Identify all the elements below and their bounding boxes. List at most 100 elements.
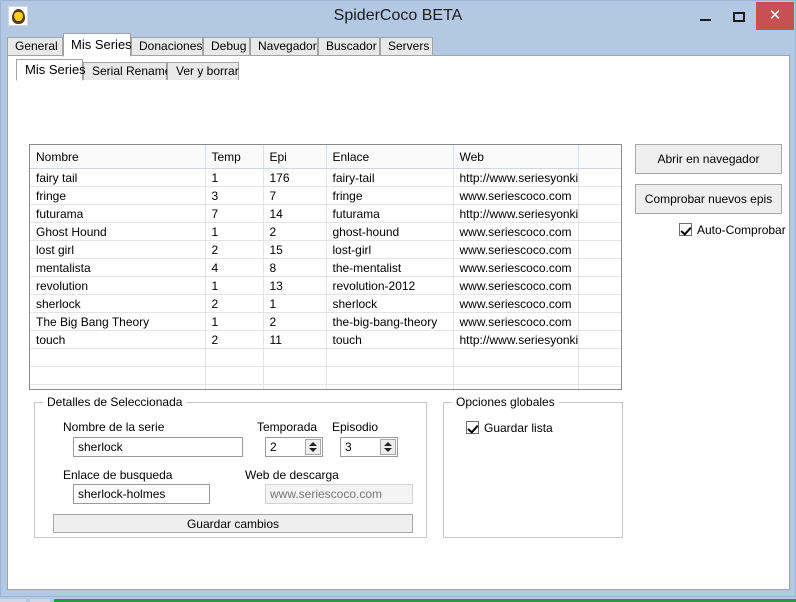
inner-tab-ver-y-borrar[interactable]: Ver y borrar xyxy=(167,62,239,80)
cell-web xyxy=(453,366,579,385)
cell-enlace: lost-girl xyxy=(326,240,454,259)
save-changes-button[interactable]: Guardar cambios xyxy=(53,514,413,533)
mis-series-panel: Mis Series Serial Renamer Ver y borrar N… xyxy=(7,55,790,590)
column-header-temp[interactable]: Temp xyxy=(205,145,264,169)
search-link-input[interactable] xyxy=(73,484,210,504)
cell-epi: 2 xyxy=(263,222,327,241)
table-row[interactable]: sherlock 2 1 sherlock www.seriescoco.com xyxy=(30,294,621,313)
cell-temp xyxy=(205,348,264,367)
cell-epi: 15 xyxy=(263,240,327,259)
cell-temp: 3 xyxy=(205,186,264,205)
chevron-down-icon[interactable] xyxy=(384,448,392,452)
column-header-nombre[interactable]: Nombre xyxy=(30,145,206,169)
close-icon: ✕ xyxy=(768,7,782,24)
chevron-up-icon[interactable] xyxy=(384,442,392,446)
cell-extra xyxy=(578,276,621,295)
main-tabstrip: General Mis Series Donaciones Debug Nave… xyxy=(7,33,790,57)
chevron-down-icon[interactable] xyxy=(309,448,317,452)
episode-value: 3 xyxy=(345,440,352,454)
inner-tab-serial-renamer[interactable]: Serial Renamer xyxy=(83,62,175,80)
save-list-checkbox-row[interactable]: Guardar lista xyxy=(466,421,553,435)
save-list-label: Guardar lista xyxy=(484,421,553,435)
cell-extra xyxy=(578,366,621,385)
auto-check-checkbox-row[interactable]: Auto-Comprobar xyxy=(679,223,786,237)
cell-temp xyxy=(205,366,264,385)
download-web-input[interactable] xyxy=(265,484,413,504)
cell-temp: 7 xyxy=(205,204,264,223)
tab-general[interactable]: General xyxy=(7,37,63,56)
cell-extra xyxy=(578,168,621,187)
season-stepper-arrows[interactable] xyxy=(305,439,321,455)
table-row[interactable]: revolution 1 13 revolution-2012 www.seriesco… xyxy=(30,276,621,295)
tab-mis-series[interactable]: Mis Series xyxy=(63,33,132,57)
table-row[interactable]: lost girl 2 15 lost-girl www.seriescoco.com xyxy=(30,240,621,259)
tab-debug[interactable]: Debug xyxy=(203,37,250,56)
cell-temp: 1 xyxy=(205,312,264,331)
cell-nombre: touch xyxy=(30,330,206,349)
cell-epi xyxy=(263,384,327,389)
open-in-browser-button[interactable]: Abrir en navegador xyxy=(635,144,782,174)
cell-web: http://www.seriesyonkis.com xyxy=(453,204,579,223)
chevron-up-icon[interactable] xyxy=(309,442,317,446)
cell-enlace xyxy=(326,384,454,389)
column-header-extra[interactable] xyxy=(578,145,621,169)
table-row[interactable] xyxy=(30,384,621,389)
season-stepper[interactable]: 2 xyxy=(265,437,323,457)
table-row[interactable]: fringe 3 7 fringe www.seriescoco.com xyxy=(30,186,621,205)
table-row[interactable]: mentalista 4 8 the-mentalist www.seriescoco.… xyxy=(30,258,621,277)
cell-extra xyxy=(578,204,621,223)
cell-epi: 8 xyxy=(263,258,327,277)
episode-stepper-arrows[interactable] xyxy=(380,439,396,455)
auto-check-checkbox[interactable] xyxy=(679,223,692,236)
series-name-input[interactable] xyxy=(73,437,243,457)
cell-enlace: futurama xyxy=(326,204,454,223)
save-list-checkbox[interactable] xyxy=(466,421,479,434)
column-header-web[interactable]: Web xyxy=(453,145,579,169)
table-body: fairy tail 1 176 fairy-tail http://www.serie… xyxy=(30,168,621,389)
cell-enlace: touch xyxy=(326,330,454,349)
season-label: Temporada xyxy=(257,420,318,434)
cell-enlace: fringe xyxy=(326,186,454,205)
cell-extra xyxy=(578,294,621,313)
global-options-groupbox: Opciones globales Guardar lista xyxy=(443,395,623,538)
close-button[interactable]: ✕ xyxy=(756,2,794,30)
cell-nombre: sherlock xyxy=(30,294,206,313)
column-header-epi[interactable]: Epi xyxy=(263,145,327,169)
table-row[interactable]: The Big Bang Theory 1 2 the-big-bang-theory… xyxy=(30,312,621,331)
cell-extra xyxy=(578,258,621,277)
check-new-episodes-button[interactable]: Comprobar nuevos epis xyxy=(635,184,782,214)
table-row[interactable] xyxy=(30,348,621,367)
table-row[interactable]: fairy tail 1 176 fairy-tail http://www.serie… xyxy=(30,168,621,187)
details-groupbox-title: Detalles de Seleccionada xyxy=(43,395,187,409)
cell-extra xyxy=(578,384,621,389)
cell-web xyxy=(453,384,579,389)
cell-web xyxy=(453,348,579,367)
table-row[interactable] xyxy=(30,366,621,385)
tab-navegador[interactable]: Navegador xyxy=(250,37,318,56)
cell-nombre: fringe xyxy=(30,186,206,205)
tab-buscador[interactable]: Buscador xyxy=(318,37,380,56)
cell-nombre xyxy=(30,384,206,389)
minimize-button[interactable] xyxy=(689,2,721,30)
cell-enlace: revolution-2012 xyxy=(326,276,454,295)
series-grid[interactable]: Nombre Temp Epi Enlace Web fairy tail 1 17… xyxy=(29,144,622,390)
inner-tab-mis-series[interactable]: Mis Series xyxy=(16,59,86,81)
inner-tabstrip: Mis Series Serial Renamer Ver y borrar xyxy=(16,59,776,81)
cell-temp: 2 xyxy=(205,294,264,313)
cell-extra xyxy=(578,186,621,205)
cell-enlace xyxy=(326,366,454,385)
cell-epi: 13 xyxy=(263,276,327,295)
episode-stepper[interactable]: 3 xyxy=(340,437,398,457)
table-row[interactable]: touch211touchhttp://www.seriesyonkis.com xyxy=(30,330,621,349)
table-row[interactable]: futurama 7 14 futurama http://www.seriesyonk… xyxy=(30,204,621,223)
cell-enlace: the-big-bang-theory xyxy=(326,312,454,331)
maximize-button[interactable] xyxy=(723,2,755,30)
cell-nombre: revolution xyxy=(30,276,206,295)
cell-web: www.seriescoco.com xyxy=(453,312,579,331)
tab-servers[interactable]: Servers xyxy=(380,37,433,56)
cell-nombre: mentalista xyxy=(30,258,206,277)
tab-donaciones[interactable]: Donaciones xyxy=(131,37,203,56)
column-header-enlace[interactable]: Enlace xyxy=(326,145,454,169)
table-row[interactable]: Ghost Hound 1 2 ghost-hound www.seriescoco.c… xyxy=(30,222,621,241)
cell-epi: 11 xyxy=(263,330,327,349)
